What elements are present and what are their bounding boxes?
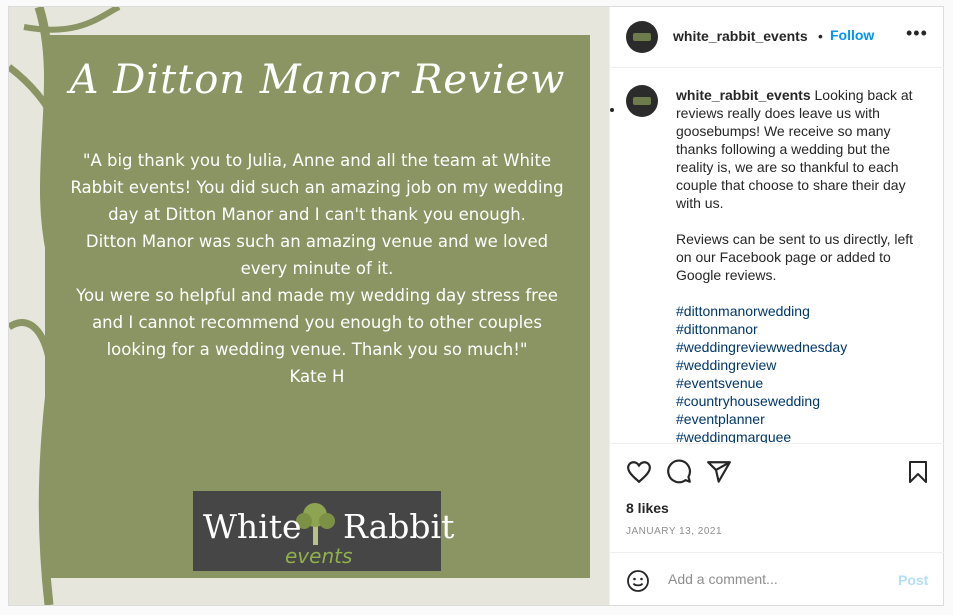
quote-line: You were so helpful and made my wedding … <box>76 286 558 359</box>
quote-author: Kate H <box>289 367 345 386</box>
separator-dot: • <box>818 28 823 44</box>
avatar[interactable] <box>626 21 658 53</box>
caption-text: white_rabbit_events Looking back at revi… <box>676 86 928 443</box>
more-options-icon[interactable]: ••• <box>906 23 928 44</box>
likes-count[interactable]: 8 likes <box>626 500 669 516</box>
action-bar <box>610 455 944 495</box>
review-title: A Ditton Manor Review <box>69 57 566 103</box>
hashtag-list: #dittonmanorwedding #dittonmanor #weddin… <box>676 302 928 443</box>
caption-section[interactable]: white_rabbit_events Looking back at revi… <box>610 68 944 444</box>
hashtag-link[interactable]: #countryhousewedding <box>676 392 928 410</box>
hashtag-link[interactable]: #dittonmanorwedding <box>676 302 928 320</box>
header-username[interactable]: white_rabbit_events <box>673 28 808 44</box>
post-sidebar: white_rabbit_events • Follow ••• white_r… <box>609 7 944 605</box>
comment-icon[interactable] <box>666 459 692 485</box>
emoji-icon[interactable] <box>626 569 650 593</box>
logo-word-rabbit: Rabbit <box>343 507 455 546</box>
caption-avatar[interactable] <box>626 85 658 117</box>
quote-line: Ditton Manor was such an amazing venue a… <box>85 232 549 278</box>
quote-line: "A big thank you to Julia, Anne and all … <box>70 151 564 224</box>
heart-icon[interactable] <box>626 459 652 485</box>
hashtag-link[interactable]: #eventsvenue <box>676 374 928 392</box>
review-card: A Ditton Manor Review "A big thank you t… <box>45 35 590 578</box>
hashtag-link[interactable]: #weddingmarquee <box>676 428 928 443</box>
hashtag-link[interactable]: #weddingreview <box>676 356 928 374</box>
caption-body: Looking back at reviews really does leav… <box>676 87 914 283</box>
hashtag-link[interactable]: #dittonmanor <box>676 320 928 338</box>
white-rabbit-logo: White Rabbit events <box>193 491 454 571</box>
comment-input[interactable] <box>666 566 890 592</box>
hashtag-link[interactable]: #weddingreviewwednesday <box>676 338 928 356</box>
comment-bar: Post <box>610 552 944 606</box>
review-quote: "A big thank you to Julia, Anne and all … <box>67 147 567 390</box>
post-header: white_rabbit_events • Follow ••• <box>610 7 944 68</box>
post-button[interactable]: Post <box>898 572 928 588</box>
share-icon[interactable] <box>706 459 732 485</box>
logo-word-white: White <box>203 507 302 546</box>
post-date: JANUARY 13, 2021 <box>626 526 723 537</box>
post-image[interactable]: A Ditton Manor Review "A big thank you t… <box>9 7 609 605</box>
hashtag-link[interactable]: #eventplanner <box>676 410 928 428</box>
logo-word-events: events <box>285 544 353 568</box>
post-dialog: A Ditton Manor Review "A big thank you t… <box>8 6 944 606</box>
scroll-indicator <box>610 108 614 112</box>
caption-username[interactable]: white_rabbit_events <box>676 87 811 103</box>
bookmark-icon[interactable] <box>906 459 930 485</box>
follow-button[interactable]: Follow <box>830 27 874 43</box>
